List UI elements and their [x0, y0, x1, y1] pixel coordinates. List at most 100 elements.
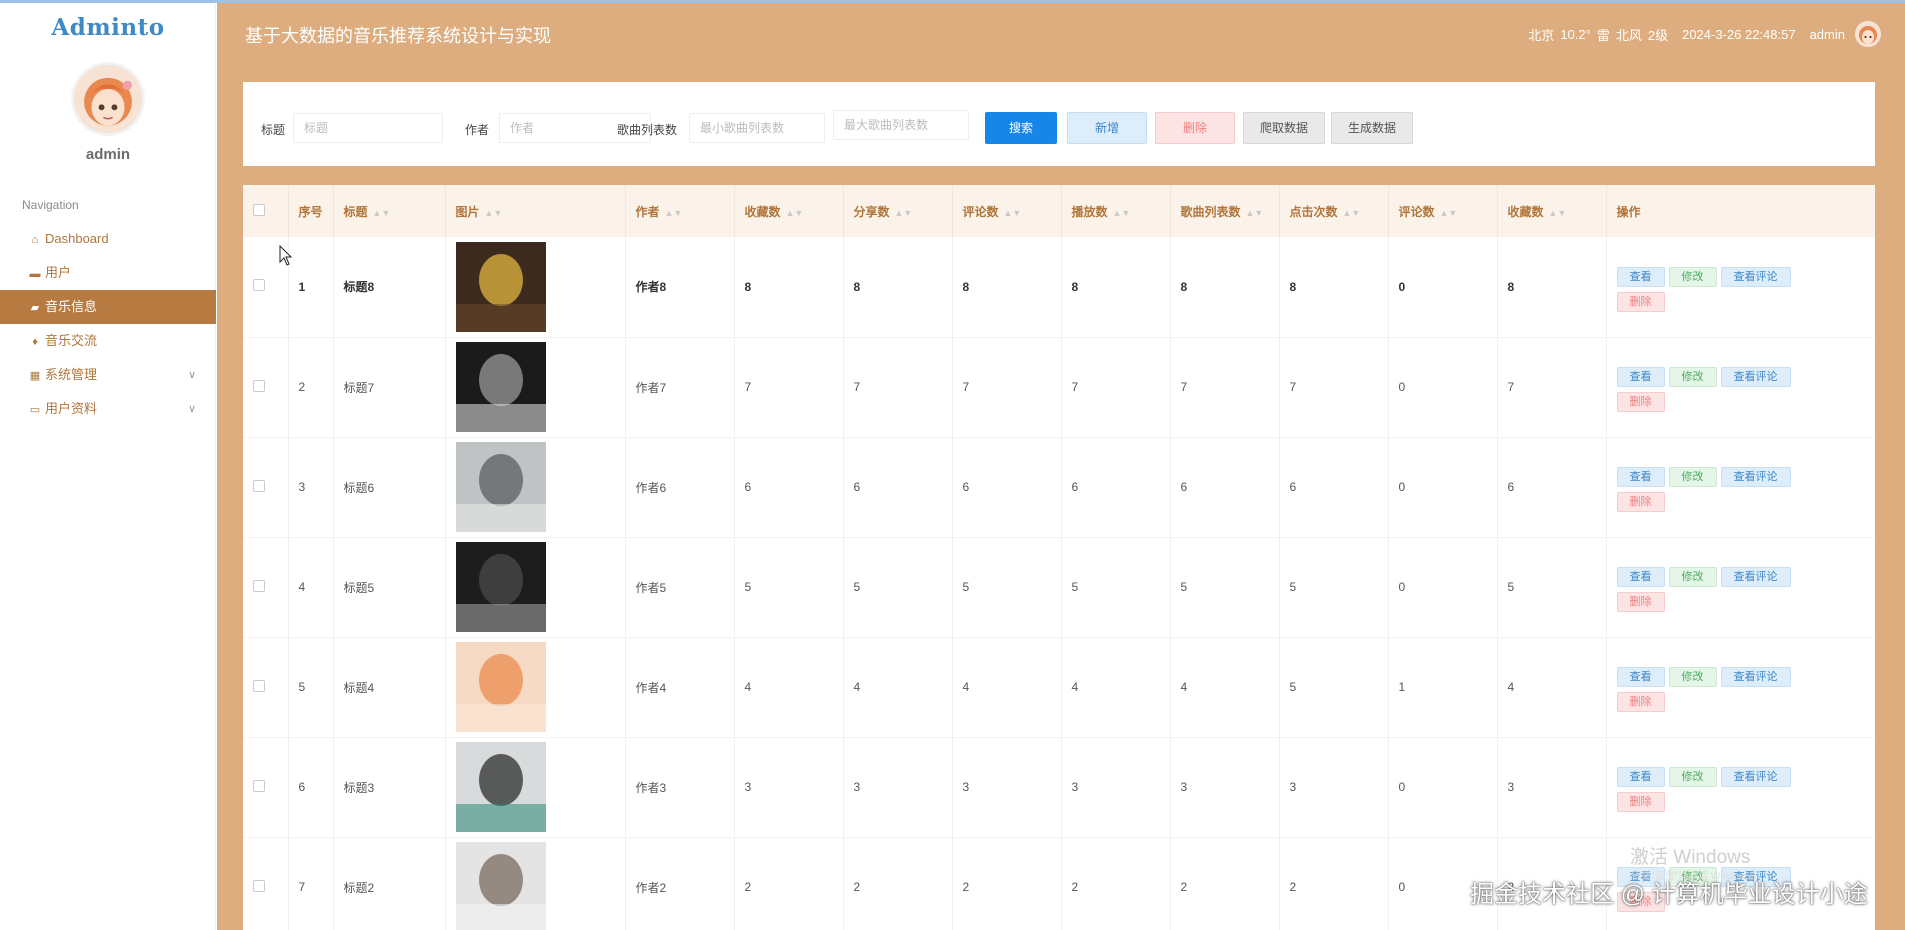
view-button[interactable]: 查看	[1616, 567, 1665, 587]
col-header[interactable]: 收藏数 ▲▼	[1497, 185, 1607, 237]
sidebar-item-system[interactable]: ▦ 系统管理 ∨	[0, 358, 216, 392]
view-button[interactable]: 查看	[1616, 367, 1665, 387]
row-checkbox[interactable]	[253, 679, 265, 692]
cell-cover[interactable]	[445, 737, 626, 837]
row-delete-button[interactable]: 删除	[1616, 291, 1665, 312]
cell-cover[interactable]	[445, 537, 626, 637]
edit-button[interactable]: 修改	[1668, 567, 1717, 587]
col-header[interactable]: 评论数 ▲▼	[952, 185, 1062, 237]
cell-play: 2	[1061, 837, 1171, 930]
col-header[interactable]: 评论数 ▲▼	[1388, 185, 1498, 237]
col-header[interactable]: 图片 ▲▼	[445, 185, 626, 237]
view-comments-button[interactable]: 查看评论	[1720, 767, 1791, 787]
app-logo[interactable]: Adminto	[0, 14, 216, 41]
cell-cmt2: 0	[1388, 337, 1498, 437]
user-avatar[interactable]	[71, 62, 145, 136]
view-button[interactable]: 查看	[1616, 467, 1665, 487]
album-cover-image[interactable]	[455, 442, 546, 532]
min-list-input[interactable]	[689, 113, 825, 143]
view-button[interactable]: 查看	[1616, 667, 1665, 687]
row-checkbox[interactable]	[253, 379, 265, 392]
view-button[interactable]: 查看	[1616, 266, 1665, 287]
row-checkbox[interactable]	[253, 279, 265, 292]
col-header[interactable]: 歌曲列表数 ▲▼	[1170, 185, 1280, 237]
cell-cover[interactable]	[445, 337, 626, 437]
edit-button[interactable]: 修改	[1668, 667, 1717, 687]
sidebar-item-profile[interactable]: ▭ 用户资料 ∨	[0, 392, 216, 426]
album-cover-image[interactable]	[455, 542, 546, 632]
search-button[interactable]: 搜索	[985, 112, 1057, 144]
view-comments-button[interactable]: 查看评论	[1720, 367, 1791, 387]
title-label: 标题	[261, 123, 286, 137]
header-username[interactable]: admin	[1810, 27, 1845, 42]
crawl-data-button[interactable]: 爬取数据	[1243, 112, 1325, 144]
view-comments-button[interactable]: 查看评论	[1720, 667, 1791, 687]
row-checkbox[interactable]	[253, 879, 265, 892]
edit-button[interactable]: 修改	[1668, 266, 1717, 287]
row-select-cell[interactable]	[243, 537, 289, 637]
view-comments-button[interactable]: 查看评论	[1720, 567, 1791, 587]
cell-share: 2	[843, 837, 953, 930]
row-delete-button[interactable]: 删除	[1616, 692, 1665, 712]
row-select-cell[interactable]	[243, 837, 289, 930]
sort-icon: ▲▼	[1112, 207, 1131, 218]
cell-share: 4	[843, 637, 953, 737]
cell-actions: 查看 修改 查看评论 删除	[1606, 737, 1875, 837]
title-input[interactable]	[293, 113, 443, 143]
cell-cover[interactable]	[445, 837, 626, 930]
row-delete-button[interactable]: 删除	[1616, 392, 1665, 412]
cell-author: 作者6	[625, 437, 735, 537]
album-cover-image[interactable]	[455, 842, 546, 930]
edit-button[interactable]: 修改	[1668, 767, 1717, 787]
sidebar-item-music-info[interactable]: ▰ 音乐信息	[0, 290, 216, 324]
cell-actions: 查看 修改 查看评论 删除	[1606, 437, 1875, 537]
view-button[interactable]: 查看	[1616, 767, 1665, 787]
cell-cmt2: 0	[1388, 237, 1498, 337]
add-button[interactable]: 新增	[1067, 112, 1147, 144]
edit-button[interactable]: 修改	[1668, 467, 1717, 487]
cell-author: 作者2	[625, 837, 735, 930]
generate-data-button[interactable]: 生成数据	[1331, 112, 1413, 144]
cell-cmt: 6	[952, 437, 1062, 537]
cell-author: 作者3	[625, 737, 735, 837]
album-cover-image[interactable]	[455, 642, 546, 732]
row-select-cell[interactable]	[243, 437, 289, 537]
row-checkbox[interactable]	[253, 779, 265, 792]
cell-cover[interactable]	[445, 437, 626, 537]
header-avatar[interactable]	[1855, 21, 1881, 47]
view-comments-button[interactable]: 查看评论	[1720, 467, 1791, 487]
col-header[interactable]: 收藏数 ▲▼	[734, 185, 844, 237]
cell-cover[interactable]	[445, 237, 626, 337]
sidebar-item-dashboard[interactable]: ⌂ Dashboard	[0, 222, 216, 256]
col-header[interactable]: 点击次数 ▲▼	[1279, 185, 1389, 237]
select-all-cell[interactable]	[243, 185, 289, 237]
edit-button[interactable]: 修改	[1668, 367, 1717, 387]
sidebar-item-users[interactable]: ▬ 用户	[0, 256, 216, 290]
album-cover-image[interactable]	[455, 241, 546, 332]
row-delete-button[interactable]: 删除	[1616, 492, 1665, 512]
col-header[interactable]: 作者 ▲▼	[625, 185, 735, 237]
col-header[interactable]: 标题 ▲▼	[333, 185, 446, 237]
cell-fav: 8	[734, 237, 844, 337]
col-header[interactable]: 分享数 ▲▼	[843, 185, 953, 237]
max-list-input[interactable]	[833, 110, 969, 140]
chevron-down-icon: ∨	[187, 369, 196, 381]
album-cover-image[interactable]	[455, 742, 546, 832]
row-delete-button[interactable]: 删除	[1616, 792, 1665, 812]
select-all-checkbox[interactable]	[253, 203, 265, 216]
row-select-cell[interactable]	[243, 637, 289, 737]
row-checkbox[interactable]	[253, 579, 265, 592]
cell-cover[interactable]	[445, 637, 626, 737]
view-comments-button[interactable]: 查看评论	[1720, 266, 1791, 287]
col-header[interactable]: 播放数 ▲▼	[1061, 185, 1171, 237]
album-cover-image[interactable]	[455, 342, 546, 432]
row-delete-button[interactable]: 删除	[1616, 592, 1665, 612]
row-select-cell[interactable]	[243, 737, 289, 837]
sidebar-item-music-exchange[interactable]: ♦ 音乐交流	[0, 324, 216, 358]
row-select-cell[interactable]	[243, 337, 289, 437]
search-panel: 标题 作者 歌曲列表数 搜索 新增 删除 爬取数据 生成数据	[243, 82, 1875, 166]
cell-fav: 4	[734, 637, 844, 737]
row-checkbox[interactable]	[253, 479, 265, 492]
cell-list: 2	[1170, 837, 1280, 930]
delete-button[interactable]: 删除	[1155, 112, 1235, 144]
